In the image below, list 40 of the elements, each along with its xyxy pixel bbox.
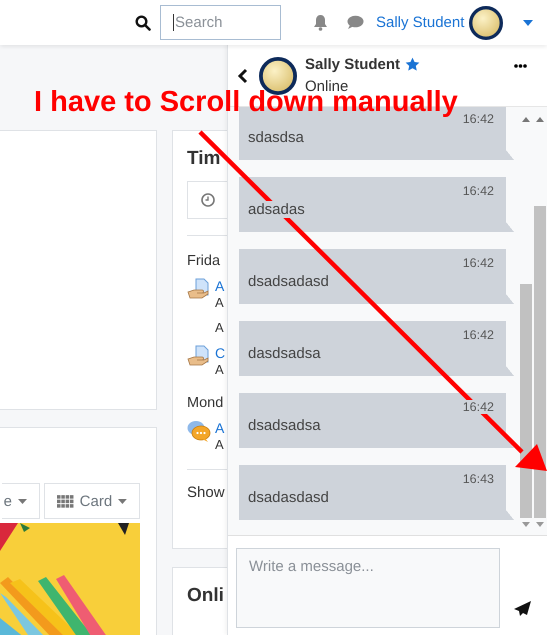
view-dropdown[interactable]: Card [44,483,140,519]
event-detail: A [215,295,224,311]
caret-icon [18,498,27,504]
message-time: 16:42 [462,184,494,198]
message-time: 16:42 [462,328,494,342]
day-heading: Frida [187,253,222,269]
message-time: 16:43 [462,472,494,486]
avatar-icon [469,6,504,40]
contact-name: Sally Student [305,56,400,73]
message-time: 16:42 [462,112,494,126]
back-icon[interactable] [237,68,249,84]
caret-icon [118,498,127,504]
event-link[interactable]: A [215,278,224,295]
card-title: Onli [187,585,225,607]
message-text: adsadas [248,201,305,218]
forum-icon [187,420,211,442]
card-title: Tim [187,148,222,170]
caret-icon[interactable] [523,20,534,26]
message-input[interactable]: Write a message... [236,548,500,628]
message-time: 16:42 [462,400,494,414]
show-more-button[interactable]: Show [187,484,228,501]
event-detail: A [215,437,224,453]
grid-icon [57,494,74,508]
clock-icon [201,193,215,207]
day-heading: Mond [187,395,224,411]
event-detail: A [215,362,225,378]
assignment-icon [187,345,211,367]
event-link[interactable]: A [215,420,224,437]
event-detail: A [215,320,224,336]
send-icon[interactable] [514,601,531,616]
chat-icon[interactable] [347,15,364,30]
assignment-icon [187,278,211,300]
view-dropdown[interactable]: e [2,483,40,519]
event-link[interactable]: C [215,345,226,362]
search-icon[interactable] [135,14,151,30]
message-time: 16:42 [462,256,494,270]
bell-icon[interactable] [313,14,328,31]
search-field[interactable]: Search [160,5,281,40]
user-name[interactable]: Sally Student [376,14,464,31]
more-icon[interactable] [514,64,527,68]
